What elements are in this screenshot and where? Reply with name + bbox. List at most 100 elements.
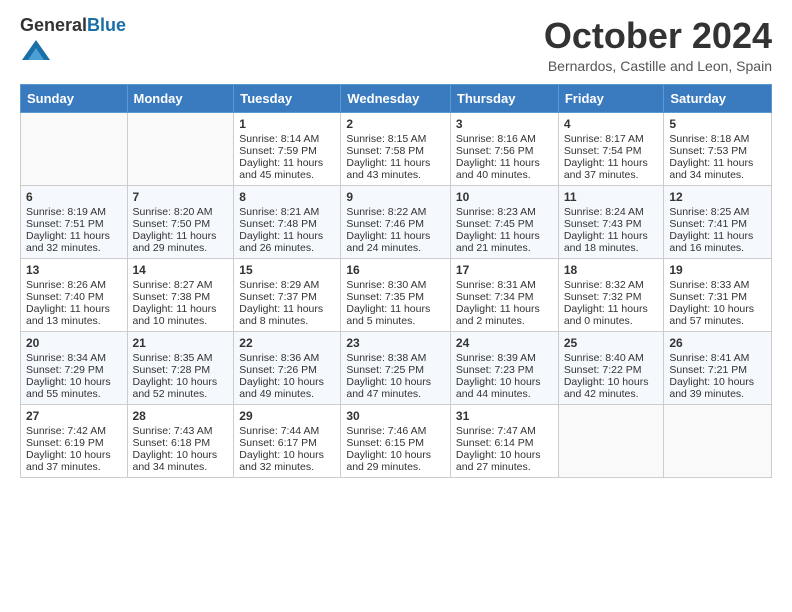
daylight-text: Daylight: 11 hours and 13 minutes. [26, 303, 122, 327]
day-number: 12 [669, 190, 766, 204]
sunset-text: Sunset: 7:59 PM [239, 145, 335, 157]
sunset-text: Sunset: 6:17 PM [239, 437, 335, 449]
month-title: October 2024 [544, 16, 772, 56]
calendar-cell [21, 112, 128, 185]
day-number: 15 [239, 263, 335, 277]
calendar-week-row: 13Sunrise: 8:26 AMSunset: 7:40 PMDayligh… [21, 258, 772, 331]
daylight-text: Daylight: 11 hours and 40 minutes. [456, 157, 553, 181]
daylight-text: Daylight: 10 hours and 32 minutes. [239, 449, 335, 473]
day-number: 7 [133, 190, 229, 204]
day-number: 10 [456, 190, 553, 204]
day-number: 22 [239, 336, 335, 350]
day-number: 27 [26, 409, 122, 423]
day-number: 28 [133, 409, 229, 423]
calendar-cell: 16Sunrise: 8:30 AMSunset: 7:35 PMDayligh… [341, 258, 451, 331]
location: Bernardos, Castille and Leon, Spain [544, 58, 772, 74]
sunset-text: Sunset: 7:28 PM [133, 364, 229, 376]
daylight-text: Daylight: 11 hours and 24 minutes. [346, 230, 445, 254]
calendar-cell: 11Sunrise: 8:24 AMSunset: 7:43 PMDayligh… [558, 185, 664, 258]
logo-general: General [20, 15, 87, 35]
day-of-week-header: Tuesday [234, 84, 341, 112]
sunrise-text: Sunrise: 8:36 AM [239, 352, 335, 364]
sunrise-text: Sunrise: 8:41 AM [669, 352, 766, 364]
calendar-week-row: 27Sunrise: 7:42 AMSunset: 6:19 PMDayligh… [21, 404, 772, 477]
daylight-text: Daylight: 11 hours and 29 minutes. [133, 230, 229, 254]
daylight-text: Daylight: 10 hours and 52 minutes. [133, 376, 229, 400]
day-number: 16 [346, 263, 445, 277]
sunrise-text: Sunrise: 8:31 AM [456, 279, 553, 291]
daylight-text: Daylight: 10 hours and 29 minutes. [346, 449, 445, 473]
calendar-cell: 23Sunrise: 8:38 AMSunset: 7:25 PMDayligh… [341, 331, 451, 404]
sunset-text: Sunset: 7:46 PM [346, 218, 445, 230]
calendar-cell [664, 404, 772, 477]
calendar-cell [558, 404, 664, 477]
daylight-text: Daylight: 11 hours and 8 minutes. [239, 303, 335, 327]
sunset-text: Sunset: 7:41 PM [669, 218, 766, 230]
day-number: 2 [346, 117, 445, 131]
calendar-cell: 26Sunrise: 8:41 AMSunset: 7:21 PMDayligh… [664, 331, 772, 404]
calendar-header-row: SundayMondayTuesdayWednesdayThursdayFrid… [21, 84, 772, 112]
calendar-cell: 4Sunrise: 8:17 AMSunset: 7:54 PMDaylight… [558, 112, 664, 185]
day-number: 26 [669, 336, 766, 350]
calendar-cell: 29Sunrise: 7:44 AMSunset: 6:17 PMDayligh… [234, 404, 341, 477]
daylight-text: Daylight: 10 hours and 37 minutes. [26, 449, 122, 473]
daylight-text: Daylight: 11 hours and 16 minutes. [669, 230, 766, 254]
sunset-text: Sunset: 7:35 PM [346, 291, 445, 303]
sunrise-text: Sunrise: 8:18 AM [669, 133, 766, 145]
day-number: 1 [239, 117, 335, 131]
sunrise-text: Sunrise: 8:14 AM [239, 133, 335, 145]
day-number: 5 [669, 117, 766, 131]
daylight-text: Daylight: 11 hours and 26 minutes. [239, 230, 335, 254]
daylight-text: Daylight: 10 hours and 34 minutes. [133, 449, 229, 473]
day-number: 17 [456, 263, 553, 277]
day-number: 31 [456, 409, 553, 423]
sunset-text: Sunset: 7:53 PM [669, 145, 766, 157]
sunset-text: Sunset: 7:40 PM [26, 291, 122, 303]
day-number: 24 [456, 336, 553, 350]
daylight-text: Daylight: 10 hours and 44 minutes. [456, 376, 553, 400]
sunrise-text: Sunrise: 8:22 AM [346, 206, 445, 218]
calendar-cell: 3Sunrise: 8:16 AMSunset: 7:56 PMDaylight… [450, 112, 558, 185]
daylight-text: Daylight: 11 hours and 32 minutes. [26, 230, 122, 254]
calendar-cell: 25Sunrise: 8:40 AMSunset: 7:22 PMDayligh… [558, 331, 664, 404]
day-of-week-header: Monday [127, 84, 234, 112]
day-number: 9 [346, 190, 445, 204]
logo-blue: Blue [87, 15, 126, 35]
daylight-text: Daylight: 11 hours and 5 minutes. [346, 303, 445, 327]
calendar-cell: 17Sunrise: 8:31 AMSunset: 7:34 PMDayligh… [450, 258, 558, 331]
sunrise-text: Sunrise: 7:42 AM [26, 425, 122, 437]
day-number: 30 [346, 409, 445, 423]
daylight-text: Daylight: 11 hours and 34 minutes. [669, 157, 766, 181]
sunrise-text: Sunrise: 8:27 AM [133, 279, 229, 291]
calendar-cell: 8Sunrise: 8:21 AMSunset: 7:48 PMDaylight… [234, 185, 341, 258]
calendar-cell: 27Sunrise: 7:42 AMSunset: 6:19 PMDayligh… [21, 404, 128, 477]
day-number: 11 [564, 190, 659, 204]
sunrise-text: Sunrise: 8:29 AM [239, 279, 335, 291]
sunrise-text: Sunrise: 7:43 AM [133, 425, 229, 437]
daylight-text: Daylight: 10 hours and 39 minutes. [669, 376, 766, 400]
calendar-cell: 18Sunrise: 8:32 AMSunset: 7:32 PMDayligh… [558, 258, 664, 331]
sunset-text: Sunset: 7:48 PM [239, 218, 335, 230]
sunrise-text: Sunrise: 8:34 AM [26, 352, 122, 364]
day-number: 3 [456, 117, 553, 131]
calendar-cell: 28Sunrise: 7:43 AMSunset: 6:18 PMDayligh… [127, 404, 234, 477]
logo: GeneralBlue [20, 16, 126, 69]
calendar-cell: 15 Sunrise: 8:29 AMSunset: 7:37 PMDayligh… [234, 258, 341, 331]
day-of-week-header: Sunday [21, 84, 128, 112]
calendar-cell: 20Sunrise: 8:34 AMSunset: 7:29 PMDayligh… [21, 331, 128, 404]
sunrise-text: Sunrise: 8:38 AM [346, 352, 445, 364]
daylight-text: Daylight: 11 hours and 2 minutes. [456, 303, 553, 327]
sunset-text: Sunset: 7:26 PM [239, 364, 335, 376]
calendar-cell: 5 Sunrise: 8:18 AMSunset: 7:53 PMDaylight… [664, 112, 772, 185]
daylight-text: Daylight: 10 hours and 42 minutes. [564, 376, 659, 400]
sunset-text: Sunset: 7:45 PM [456, 218, 553, 230]
calendar-cell: 21Sunrise: 8:35 AMSunset: 7:28 PMDayligh… [127, 331, 234, 404]
sunrise-text: Sunrise: 7:46 AM [346, 425, 445, 437]
sunset-text: Sunset: 7:37 PM [239, 291, 335, 303]
sunrise-text: Sunrise: 7:44 AM [239, 425, 335, 437]
sunrise-text: Sunrise: 8:40 AM [564, 352, 659, 364]
sunrise-text: Sunrise: 8:19 AM [26, 206, 122, 218]
daylight-text: Daylight: 11 hours and 18 minutes. [564, 230, 659, 254]
calendar-cell: 12Sunrise: 8:25 AMSunset: 7:41 PMDayligh… [664, 185, 772, 258]
calendar-cell [127, 112, 234, 185]
